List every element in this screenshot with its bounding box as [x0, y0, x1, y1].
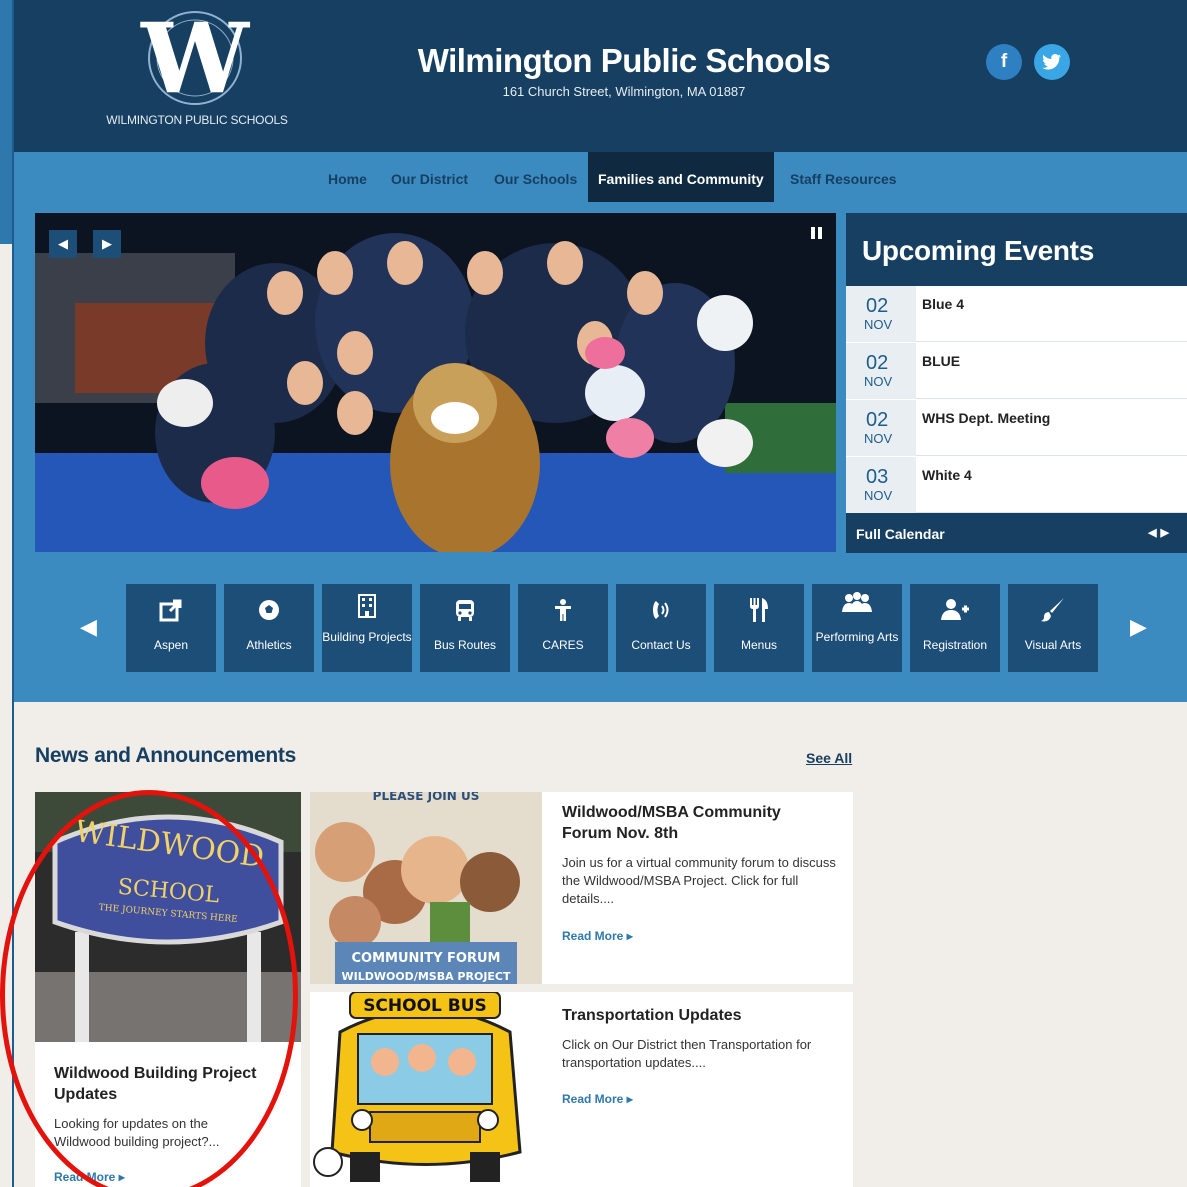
wildwood-sign-photo: WILDWOOD SCHOOL THE JOURNEY STARTS HERE [35, 792, 301, 1042]
facebook-icon[interactable]: f [986, 44, 1022, 80]
events-footer: Full Calendar ◀▶ [846, 513, 1187, 553]
nav-our-district[interactable]: Our District [391, 152, 468, 202]
slideshow-next-button[interactable]: ▶ [93, 230, 121, 258]
slideshow-prev-button[interactable]: ◀ [49, 230, 77, 258]
quicklink-visual-arts[interactable]: Visual Arts [1008, 584, 1098, 672]
next-arrow-icon: ▶ [102, 236, 112, 251]
event-title[interactable]: WHS Dept. Meeting [922, 410, 1050, 426]
site-address: 161 Church Street, Wilmington, MA 01887 [502, 84, 746, 99]
phone-icon [616, 596, 706, 624]
event-item[interactable]: 02 NOV BLUE [846, 343, 1187, 399]
upcoming-events-panel: Upcoming Events 02 NOV Blue 4 02 NOV BLU… [846, 213, 1187, 553]
quicklink-building-projects[interactable]: Building Projects [322, 584, 412, 672]
left-gutter [0, 0, 12, 244]
events-nav-arrows[interactable]: ◀▶ [1148, 526, 1173, 539]
paintbrush-icon [1008, 596, 1098, 624]
quicklink-athletics[interactable]: Athletics [224, 584, 314, 672]
slideshow-pause-button[interactable] [810, 226, 824, 240]
full-calendar-link[interactable]: Full Calendar [856, 526, 945, 542]
see-all-link[interactable]: See All [806, 750, 852, 766]
event-title[interactable]: BLUE [922, 353, 960, 369]
events-heading: Upcoming Events [846, 213, 1187, 286]
group-icon [812, 590, 902, 618]
quicklinks-next-icon[interactable]: ▶ [1130, 614, 1147, 640]
event-item[interactable]: 02 NOV WHS Dept. Meeting [846, 400, 1187, 456]
utensils-icon [714, 596, 804, 624]
featured-news-card[interactable]: WILDWOOD SCHOOL THE JOURNEY STARTS HERE … [35, 792, 301, 1187]
quicklink-contact-us[interactable]: Contact Us [616, 584, 706, 672]
community-forum-image: PLEASE JOIN US COMMUNITY FORUM WILDWOOD/… [310, 792, 542, 984]
logo-letter: W [140, 10, 250, 106]
prev-arrow-icon: ◀ [58, 236, 68, 251]
quicklinks-prev-icon[interactable]: ◀ [80, 614, 97, 640]
news-card[interactable]: PLEASE JOIN US COMMUNITY FORUM WILDWOOD/… [310, 792, 853, 984]
main-nav: Home Our District Our Schools Families a… [14, 152, 1187, 202]
quicklink-registration[interactable]: Registration [910, 584, 1000, 672]
news-heading: News and Announcements [35, 744, 296, 767]
bus-icon [420, 596, 510, 624]
quicklink-aspen[interactable]: Aspen [126, 584, 216, 672]
district-logo[interactable]: W [132, 10, 258, 106]
logo-caption: WILMINGTON PUBLIC SCHOOLS [106, 113, 288, 127]
quicklink-bus-routes[interactable]: Bus Routes [420, 584, 510, 672]
event-date: 03 NOV [846, 457, 916, 513]
nav-home[interactable]: Home [328, 152, 367, 202]
add-user-icon [910, 596, 1000, 624]
soccer-ball-icon [224, 596, 314, 624]
news-title[interactable]: Wildwood/MSBA Community Forum Nov. 8th [562, 802, 832, 844]
twitter-icon[interactable] [1034, 44, 1070, 80]
hero-photo [35, 213, 836, 552]
news-title[interactable]: Transportation Updates [562, 1005, 832, 1026]
site-header: W WILMINGTON PUBLIC SCHOOLS Wilmington P… [14, 0, 1187, 152]
external-link-icon [126, 596, 216, 624]
read-more-link[interactable]: Read More ▸ [54, 1170, 125, 1184]
quicklink-cares[interactable]: CARES [518, 584, 608, 672]
event-date: 02 NOV [846, 343, 916, 399]
news-card[interactable]: SCHOOL BUS Transportation Updates Click … [310, 992, 853, 1187]
svg-text:SCHOOL BUS: SCHOOL BUS [363, 996, 487, 1016]
svg-text:PLEASE JOIN US: PLEASE JOIN US [373, 792, 480, 803]
quicklink-menus[interactable]: Menus [714, 584, 804, 672]
news-title[interactable]: Wildwood Building Project Updates [54, 1063, 284, 1105]
news-summary: Join us for a virtual community forum to… [562, 855, 836, 906]
event-item[interactable]: 03 NOV White 4 [846, 457, 1187, 513]
nav-families-and-community[interactable]: Families and Community [588, 152, 774, 202]
svg-text:WILDWOOD/MSBA PROJECT: WILDWOOD/MSBA PROJECT [341, 970, 511, 983]
read-more-link[interactable]: Read More ▸ [562, 929, 633, 943]
event-title[interactable]: Blue 4 [922, 296, 964, 312]
building-icon [322, 592, 412, 620]
person-icon [518, 596, 608, 624]
svg-text:COMMUNITY FORUM: COMMUNITY FORUM [352, 951, 501, 966]
event-date: 02 NOV [846, 286, 916, 342]
news-summary: Looking for updates on the Wildwood buil… [54, 1116, 220, 1149]
hero-slideshow[interactable] [35, 213, 836, 552]
school-bus-image: SCHOOL BUS [310, 992, 542, 1187]
pause-icon [811, 227, 822, 239]
nav-staff-resources[interactable]: Staff Resources [790, 152, 897, 202]
event-item[interactable]: 02 NOV Blue 4 [846, 286, 1187, 342]
read-more-link[interactable]: Read More ▸ [562, 1092, 633, 1106]
quicklink-performing-arts[interactable]: Performing Arts [812, 584, 902, 672]
site-title[interactable]: Wilmington Public Schools [394, 42, 854, 80]
event-date: 02 NOV [846, 400, 916, 456]
nav-our-schools[interactable]: Our Schools [494, 152, 577, 202]
event-title[interactable]: White 4 [922, 467, 972, 483]
news-summary: Click on Our District then Transportatio… [562, 1037, 812, 1070]
